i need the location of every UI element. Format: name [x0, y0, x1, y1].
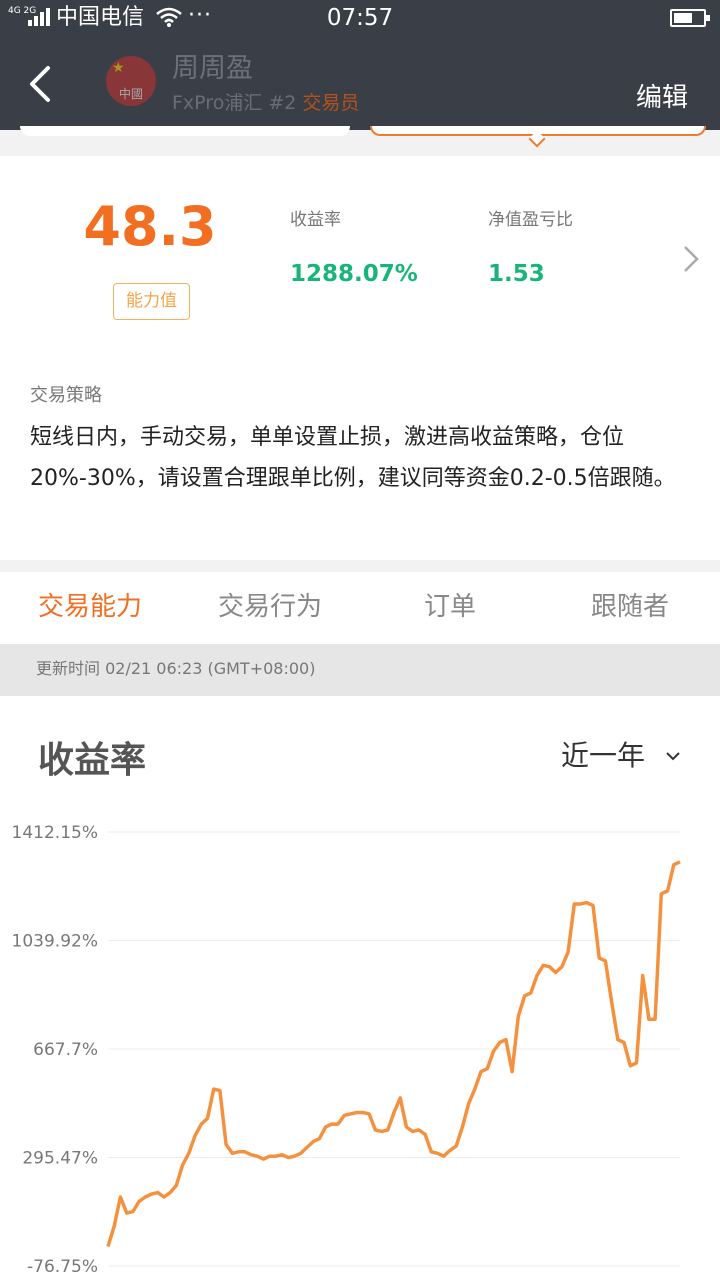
tab-followers[interactable]: 跟随者	[540, 572, 720, 644]
chevron-down-icon[interactable]	[664, 750, 682, 762]
clock: 07:57	[326, 5, 394, 31]
ability-score: 48.3	[83, 195, 217, 258]
range-select[interactable]: 近一年	[561, 736, 645, 776]
return-value: 1288.07%	[290, 261, 418, 287]
y-tick-label: 295.47%	[22, 1149, 98, 1169]
trader-role: 交易员	[302, 92, 360, 114]
broker-account: FxPro浦汇 #2	[172, 92, 297, 114]
ratio-label: 净值盈亏比	[488, 210, 573, 230]
status-bar: 4G 2G 中国电信 ··· 07:57	[0, 0, 720, 36]
tab-orders[interactable]: 订单	[360, 572, 540, 644]
tab-trading-behavior[interactable]: 交易行为	[180, 572, 360, 644]
tab-bar: 交易能力 交易行为 订单 跟随者	[0, 572, 720, 644]
edit-button[interactable]: 编辑	[636, 80, 688, 116]
peek-card-left	[20, 126, 350, 136]
chevron-right-icon[interactable]	[680, 244, 702, 274]
battery-icon	[670, 9, 710, 27]
trader-name: 周周盈	[172, 53, 253, 84]
card-peek	[0, 126, 720, 156]
app-header: ★ 中國 周周盈 FxPro浦汇 #2 交易员 编辑	[0, 36, 720, 130]
avatar: ★ 中國	[106, 56, 156, 106]
flag-star-icon: ★	[112, 60, 125, 76]
tab-trading-ability[interactable]: 交易能力	[0, 572, 180, 644]
peek-card-right	[370, 126, 706, 136]
chart-card: 1412.15% 1039.92% 667.7% 295.47% -76.75% 收益率…	[0, 696, 720, 1280]
update-bar: 更新时间 02/21 06:23 (GMT+08:00)	[0, 644, 720, 696]
strategy-text: 短线日内，手动交易，单单设置止损，激进高收益策略，仓位20%-30%，请设置合理…	[30, 425, 676, 491]
y-tick-label: 667.7%	[33, 1040, 98, 1060]
y-tick-label: 1412.15%	[12, 823, 98, 843]
y-tick-label: 1039.92%	[12, 932, 98, 952]
ability-badge: 能力值	[113, 283, 190, 320]
strategy-title: 交易策略	[30, 385, 102, 406]
summary-card[interactable]: 48.3 能力值 收益率 1288.07% 净值盈亏比 1.53 交易策略 短线…	[0, 156, 720, 560]
ratio-value: 1.53	[488, 261, 545, 287]
y-tick-label: -76.75%	[27, 1257, 98, 1277]
avatar-label: 中國	[118, 87, 143, 101]
back-button[interactable]	[20, 62, 60, 106]
trader-subtitle: FxPro浦汇 #2 交易员	[172, 90, 359, 116]
return-series-line	[106, 860, 681, 1248]
chart-title: 收益率	[38, 740, 147, 781]
return-label: 收益率	[290, 210, 341, 230]
update-time: 更新时间 02/21 06:23 (GMT+08:00)	[36, 659, 316, 678]
